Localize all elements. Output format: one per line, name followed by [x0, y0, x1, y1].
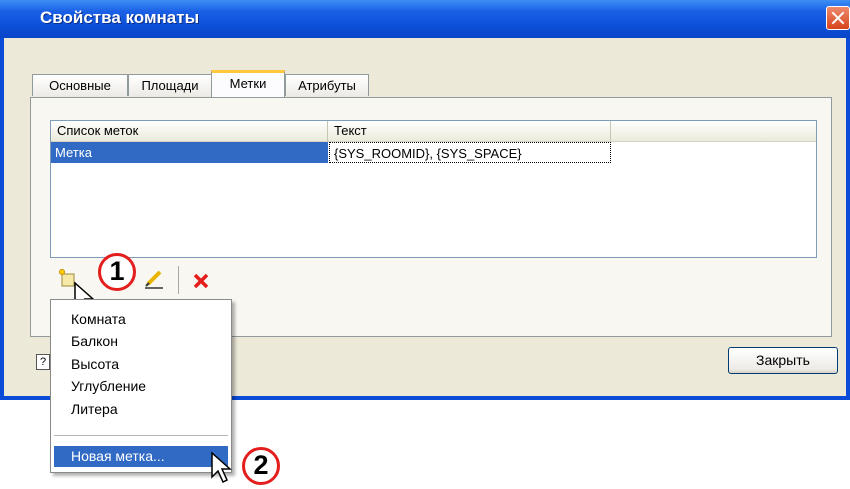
menu-item-balcony[interactable]: Балкон — [54, 331, 228, 352]
tab-labels[interactable]: Метки — [211, 70, 285, 97]
close-window-button[interactable] — [826, 6, 850, 30]
callout-1: 1 — [98, 253, 136, 291]
mouse-cursor-icon — [211, 451, 232, 484]
list-header: Список меток Текст — [51, 121, 816, 142]
row-label-name[interactable]: Метка — [51, 142, 328, 163]
column-header-label-list[interactable]: Список меток — [51, 121, 328, 141]
table-row[interactable]: Метка {SYS_ROOMID}, {SYS_SPACE} — [51, 142, 816, 163]
menu-item-litera[interactable]: Литера — [54, 399, 228, 420]
menu-item-recess[interactable]: Углубление — [54, 376, 228, 397]
window-title: Свойства комнаты — [40, 8, 200, 27]
tab-general[interactable]: Основные — [32, 74, 128, 96]
toolbar-separator — [178, 266, 179, 294]
menu-item-height[interactable]: Высота — [54, 354, 228, 375]
new-label-dropdown-menu: Комната Балкон Высота Углубление Литера … — [50, 299, 232, 473]
tab-areas[interactable]: Площади — [128, 74, 212, 96]
column-header-text[interactable]: Текст — [328, 121, 611, 141]
close-button[interactable]: Закрыть — [728, 347, 838, 374]
tab-attributes[interactable]: Атрибуты — [285, 74, 369, 96]
title-bar[interactable]: Свойства комнаты — [0, 0, 850, 38]
help-icon[interactable]: ? — [36, 354, 50, 370]
menu-separator — [54, 435, 228, 436]
callout-2: 2 — [242, 447, 280, 485]
delete-x-icon[interactable] — [192, 272, 210, 290]
menu-item-room[interactable]: Комната — [54, 309, 228, 330]
labels-list[interactable]: Список меток Текст Метка {SYS_ROOMID}, {… — [50, 120, 817, 258]
row-label-text[interactable]: {SYS_ROOMID}, {SYS_SPACE} — [329, 142, 611, 163]
menu-item-new-label[interactable]: Новая метка... — [54, 446, 228, 467]
edit-pencil-icon[interactable] — [143, 267, 165, 289]
